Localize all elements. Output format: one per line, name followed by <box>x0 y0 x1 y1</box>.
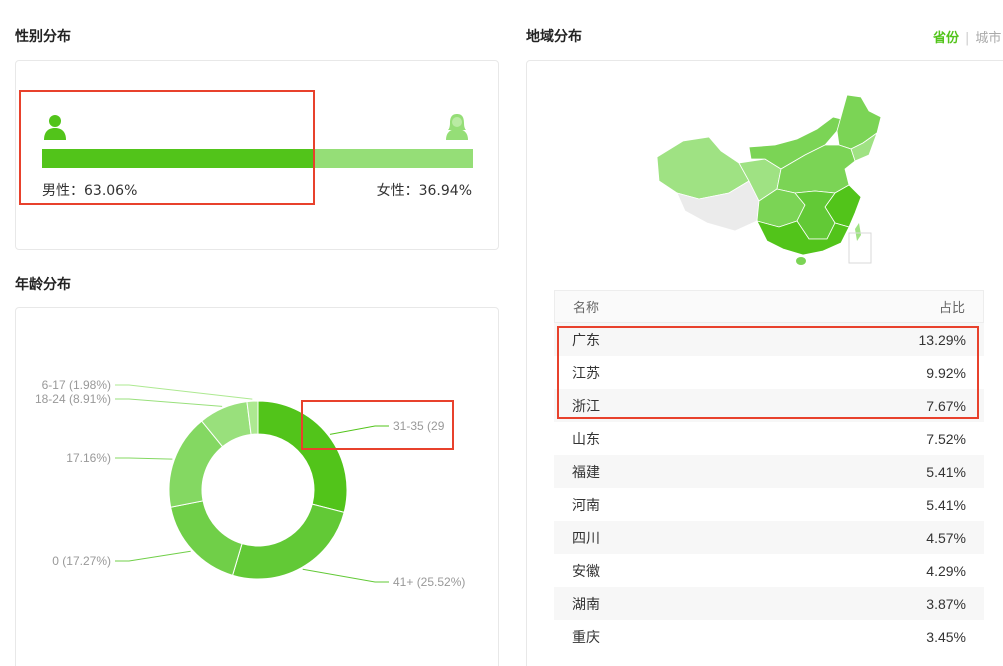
region-ratio: 13.29% <box>918 331 966 348</box>
region-name: 四川 <box>572 530 600 547</box>
china-map <box>656 94 882 265</box>
donut-label: 6-17 (1.98%) <box>42 378 111 392</box>
donut-leader-line <box>115 550 191 562</box>
tab-separator: | <box>965 31 970 46</box>
donut-leader-line <box>115 398 223 407</box>
region-ratio: 5.41% <box>926 463 966 480</box>
age-donut-chart: 31-35 (29 41+ (25.52%) 0 (17.27%) 17.16%) 18… <box>35 378 465 589</box>
donut-slice[interactable] <box>257 400 348 513</box>
gender-card: 男性：63.06% 女性：36.94% <box>15 60 499 250</box>
age-card: 31-35 (29 41+ (25.52%) 0 (17.27%) 17.16%) 18… <box>15 307 499 666</box>
table-row: 福建 5.41% <box>554 455 984 488</box>
table-row: 河南 5.41% <box>554 488 984 521</box>
donut-slice[interactable] <box>170 500 243 576</box>
region-name: 江苏 <box>572 365 600 382</box>
female-value: 36.94% <box>418 183 472 199</box>
table-row: 山东 7.52% <box>554 422 984 455</box>
tab-city[interactable]: 城市 <box>975 31 1001 46</box>
donut-leader-line <box>115 457 173 460</box>
region-name: 河南 <box>572 497 600 514</box>
female-label: 女性： <box>376 183 419 199</box>
region-section-title: 地域分布 <box>526 29 582 45</box>
region-ratio: 3.45% <box>926 628 966 645</box>
region-ratio: 4.57% <box>926 529 966 546</box>
male-value: 63.06% <box>84 183 138 199</box>
male-ratio-fill <box>42 149 314 168</box>
age-section-title: 年龄分布 <box>15 277 71 293</box>
region-table-header: 名称 占比 <box>554 290 984 323</box>
region-card: 名称 占比 广东 13.29% 江苏 9.92% 浙江 7.67% 山东 7.52% 福建 5.4… <box>526 60 1003 666</box>
female-user-icon <box>444 113 470 141</box>
table-row: 安徽 4.29% <box>554 554 984 587</box>
tab-province[interactable]: 省份 <box>933 31 959 46</box>
donut-label: 18-24 (8.91%) <box>35 392 111 406</box>
col-ratio-header[interactable]: 占比 <box>939 297 965 316</box>
table-row: 江苏 9.92% <box>554 356 984 389</box>
region-ratio: 7.67% <box>926 397 966 414</box>
table-row: 浙江 7.67% <box>554 389 984 422</box>
region-ratio: 4.29% <box>926 562 966 579</box>
male-label: 男性： <box>42 183 84 199</box>
region-table: 名称 占比 广东 13.29% 江苏 9.92% 浙江 7.67% 山东 7.52% 福建 5.4… <box>554 290 984 653</box>
region-tabs: 省份 | 城市 <box>933 27 1001 46</box>
region-name: 安徽 <box>572 563 600 580</box>
table-row: 湖南 3.87% <box>554 587 984 620</box>
donut-leader-line <box>115 384 253 400</box>
region-ratio: 3.87% <box>926 595 966 612</box>
female-stat: 女性：36.94% <box>377 180 472 200</box>
donut-slice[interactable] <box>231 503 345 580</box>
region-name: 广东 <box>572 332 600 349</box>
region-ratio: 7.52% <box>926 430 966 447</box>
region-ratio: 9.92% <box>926 364 966 381</box>
region-name: 福建 <box>572 464 600 481</box>
gender-ratio-bar <box>42 149 473 168</box>
donut-label: 0 (17.27%) <box>52 554 111 568</box>
region-name: 湖南 <box>572 596 600 613</box>
table-row: 四川 4.57% <box>554 521 984 554</box>
table-row: 重庆 3.45% <box>554 620 984 653</box>
region-name: 山东 <box>572 431 600 448</box>
region-name: 重庆 <box>572 629 600 646</box>
region-ratio: 5.41% <box>926 496 966 513</box>
region-name: 浙江 <box>572 398 600 415</box>
donut-label: 17.16%) <box>66 451 111 465</box>
donut-leader-line <box>302 568 389 583</box>
col-name-header[interactable]: 名称 <box>573 297 599 316</box>
table-row: 广东 13.29% <box>554 323 984 356</box>
male-stat: 男性：63.06% <box>42 180 137 200</box>
donut-leader-line <box>329 425 389 435</box>
male-user-icon <box>42 113 68 141</box>
gender-section-title: 性别分布 <box>15 29 71 45</box>
donut-label: 41+ (25.52%) <box>393 575 465 589</box>
donut-label: 31-35 (29 <box>393 419 445 433</box>
